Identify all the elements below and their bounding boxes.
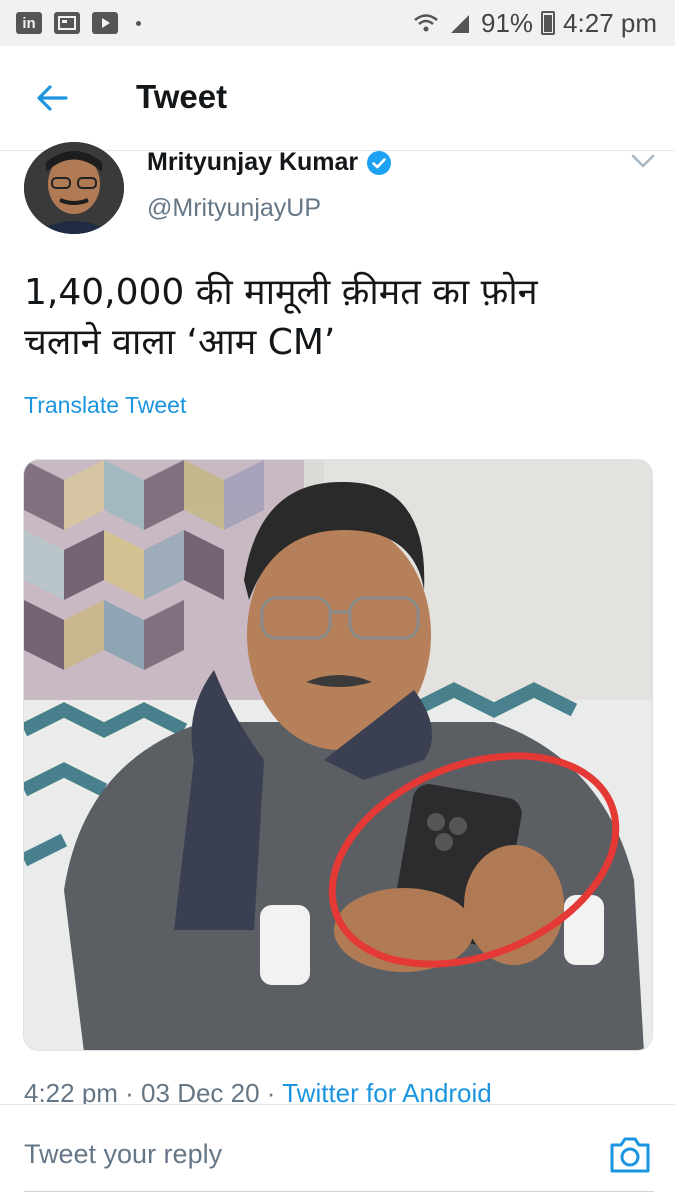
reply-bar: Tweet your reply — [0, 1104, 675, 1201]
page-title: Tweet — [136, 78, 228, 115]
wifi-icon — [414, 14, 438, 32]
verified-badge-icon — [367, 150, 392, 175]
reply-input[interactable]: Tweet your reply — [24, 1139, 222, 1170]
translate-tweet-link[interactable]: Translate Tweet — [24, 392, 186, 419]
news-icon — [54, 12, 80, 34]
clock: 4:27 pm — [563, 7, 657, 38]
notification-dot-icon — [136, 20, 141, 26]
avatar[interactable] — [24, 142, 124, 234]
youtube-icon — [92, 12, 118, 34]
top-app-bar: Tweet — [0, 46, 675, 151]
author-name-text: Mrityunjay Kumar — [147, 148, 359, 176]
arrow-left-icon[interactable] — [34, 80, 70, 116]
author-name[interactable]: Mrityunjay Kumar — [147, 148, 392, 177]
status-bar: in 91% 4:27 pm — [0, 0, 675, 46]
camera-icon[interactable] — [608, 1135, 652, 1175]
tweet-text-line-1: 1,40,000 की मामूली क़ीमत का फ़ोन — [24, 272, 538, 313]
tweet-media-photo[interactable] — [23, 459, 653, 1051]
tweet-text: 1,40,000 की मामूली क़ीमत का फ़ोन चलाने व… — [24, 268, 644, 368]
signal-icon — [451, 15, 469, 33]
tweet-text-line-2: चलाने वाला ‘आम CM’ — [24, 322, 336, 363]
battery-icon — [541, 11, 556, 35]
linkedin-icon: in — [16, 12, 42, 34]
chevron-down-icon[interactable] — [630, 152, 656, 170]
battery-percent: 91% — [481, 7, 534, 38]
reply-underline — [24, 1191, 654, 1192]
author-handle[interactable]: @MrityunjayUP — [147, 194, 321, 223]
